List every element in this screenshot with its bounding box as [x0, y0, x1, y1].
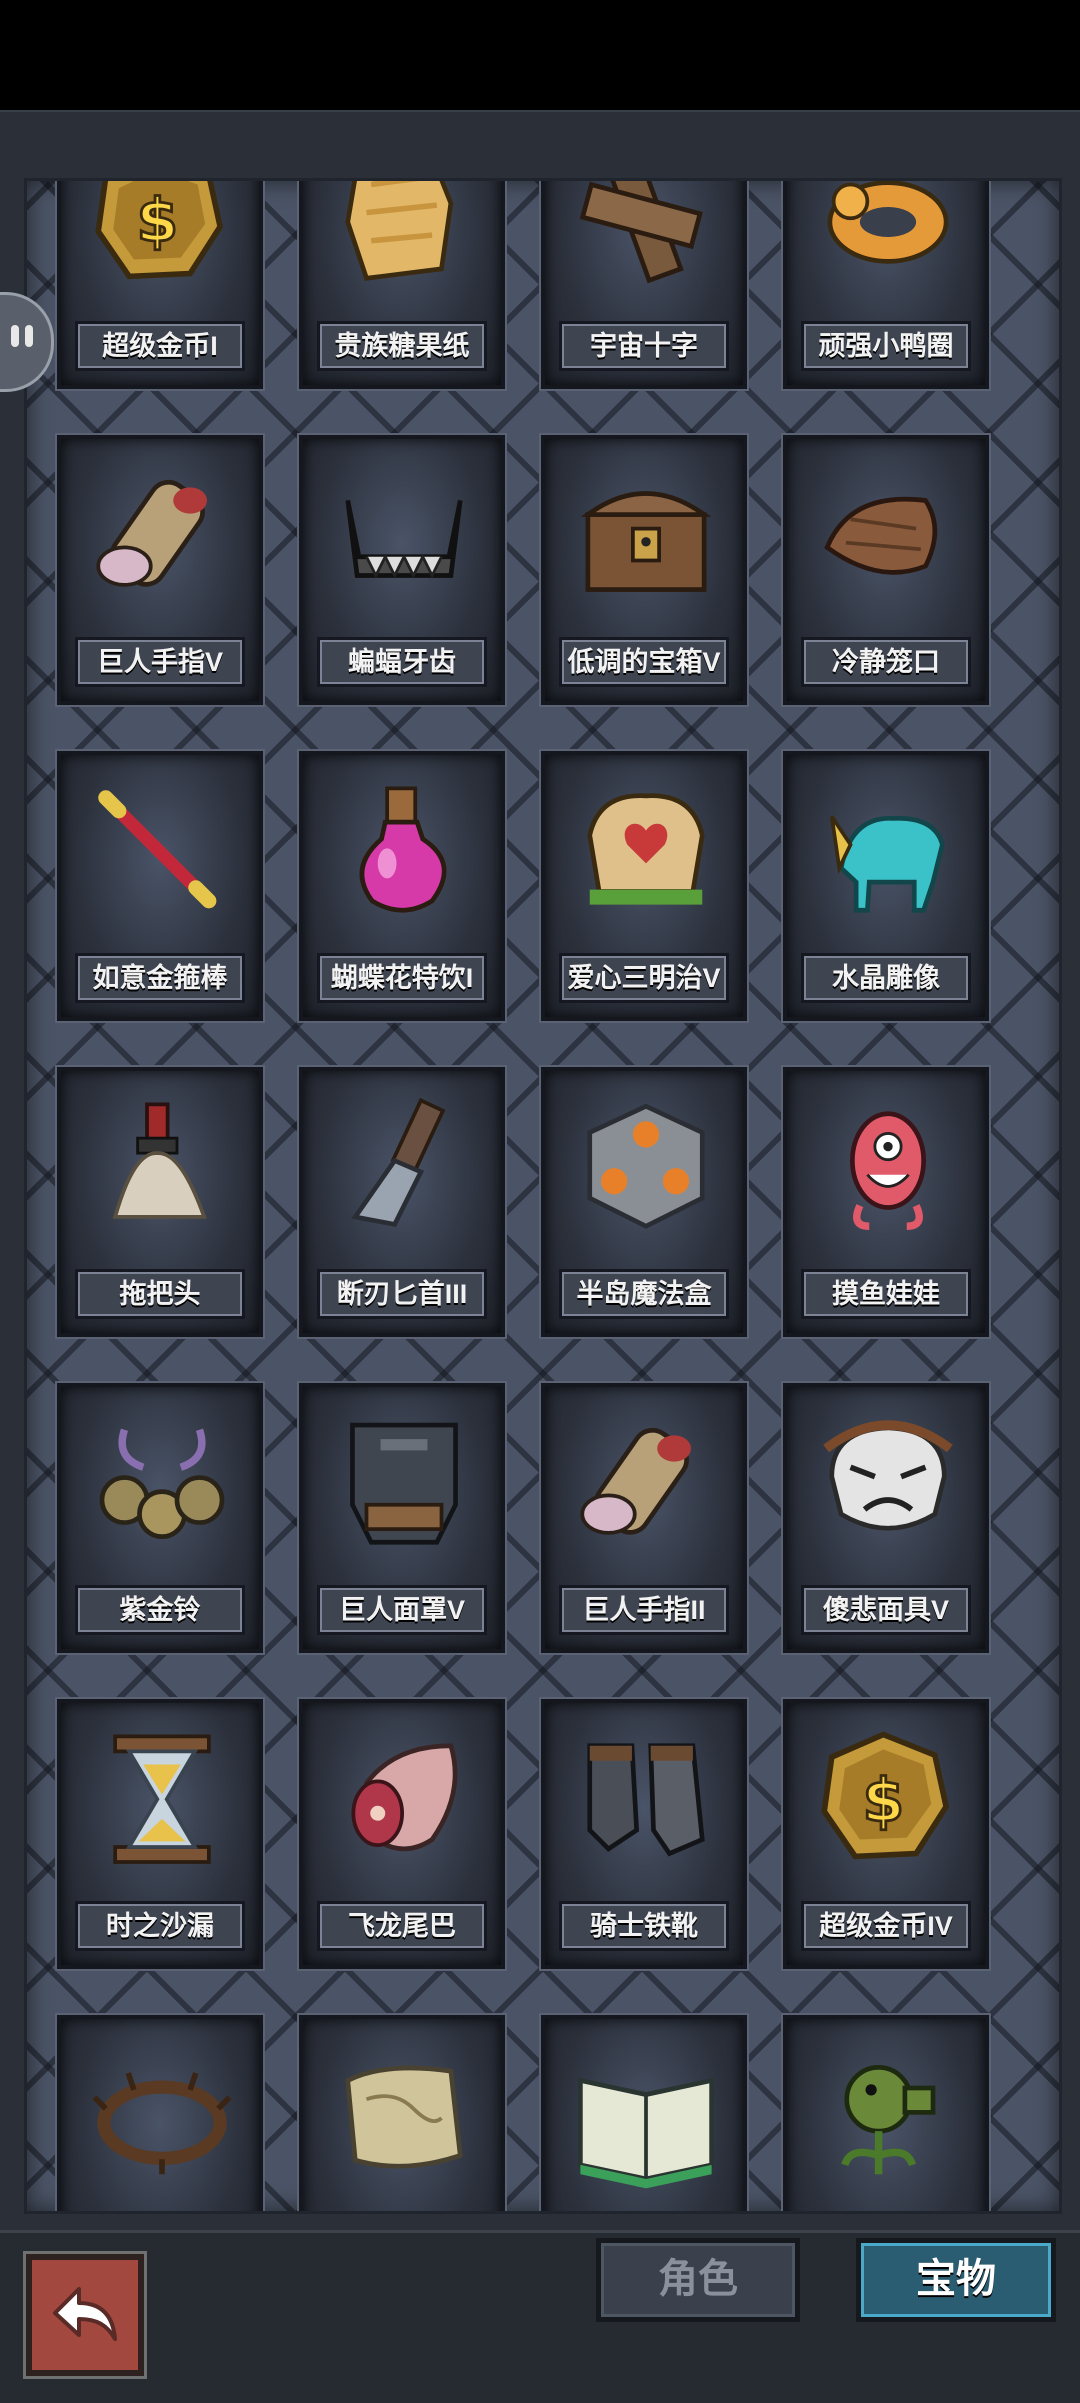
bells-icon: [79, 1401, 245, 1571]
status-bar-area: [0, 0, 1080, 110]
treasure-grid: $ 超级金币I 贵族糖果纸 宇宙十字 顽强小鸭圈巨人手指V 蝙蝠牙齿 低调的宝箱V 冷静笼口如…: [27, 181, 1059, 2211]
treasure-item[interactable]: 冷静笼口: [783, 435, 989, 705]
treasure-item-label: 宇宙十字: [559, 321, 729, 371]
treasure-item[interactable]: [57, 2015, 263, 2211]
giant-finger-icon: [563, 1401, 729, 1571]
treasure-item-label: 低调的宝箱V: [559, 637, 729, 687]
svg-text:$: $: [136, 186, 178, 256]
treasure-item[interactable]: 傻悲面具V: [783, 1383, 989, 1653]
treasure-item-label: 骑士铁靴: [559, 1901, 729, 1951]
treasure-grid-panel[interactable]: $ 超级金币I 贵族糖果纸 宇宙十字 顽强小鸭圈巨人手指V 蝙蝠牙齿 低调的宝箱V 冷静笼口如…: [24, 178, 1062, 2214]
treasure-item[interactable]: 贵族糖果纸: [299, 181, 505, 389]
treasure-item[interactable]: 拖把头: [57, 1067, 263, 1337]
golden-staff-icon: [79, 769, 245, 939]
treasure-item[interactable]: 低调的宝箱V: [541, 435, 747, 705]
treasure-item-label: 巨人面罩V: [317, 1585, 487, 1635]
iron-boots-icon: [563, 1717, 729, 1887]
treasure-item-label: 飞龙尾巴: [317, 1901, 487, 1951]
treasure-item-label: 顽强小鸭圈: [801, 321, 971, 371]
treasure-item[interactable]: 蝙蝠牙齿: [299, 435, 505, 705]
treasure-item[interactable]: 如意金箍棒: [57, 751, 263, 1021]
treasure-item-label: 水晶雕像: [801, 953, 971, 1003]
gold-coin-icon: $: [805, 1717, 971, 1887]
dragon-tail-icon: [321, 1717, 487, 1887]
treasure-item[interactable]: [299, 2015, 505, 2211]
treasure-item-label: 蝴蝶花特饮I: [317, 953, 487, 1003]
tab-treasure[interactable]: 宝物: [856, 2238, 1056, 2322]
treasure-item[interactable]: 蝴蝶花特饮I: [299, 751, 505, 1021]
treasure-item-label: 超级金币IV: [801, 1901, 971, 1951]
muzzle-icon: [805, 453, 971, 623]
treasure-item[interactable]: 飞龙尾巴: [299, 1699, 505, 1969]
treasure-item-label: 断刃匕首III: [317, 1269, 487, 1319]
thorn-crown-icon: [79, 2033, 245, 2203]
treasure-item[interactable]: 巨人手指II: [541, 1383, 747, 1653]
crystal-statue-icon: [805, 769, 971, 939]
peashooter-icon: [805, 2033, 971, 2203]
treasure-item[interactable]: 时之沙漏: [57, 1699, 263, 1969]
treasure-item-label: 蝙蝠牙齿: [317, 637, 487, 687]
treasure-item[interactable]: 半岛魔法盒: [541, 1067, 747, 1337]
treasure-item-label: 紫金铃: [75, 1585, 245, 1635]
treasure-item[interactable]: [783, 2015, 989, 2211]
treasure-item-label: 半岛魔法盒: [559, 1269, 729, 1319]
treasure-item-label: 时之沙漏: [75, 1901, 245, 1951]
treasure-chest-icon: [563, 453, 729, 623]
tab-role[interactable]: 角色: [596, 2238, 800, 2322]
treasure-item[interactable]: 巨人面罩V: [299, 1383, 505, 1653]
broken-dagger-icon: [321, 1085, 487, 1255]
treasure-item[interactable]: 断刃匕首III: [299, 1067, 505, 1337]
hourglass-icon: [79, 1717, 245, 1887]
treasure-item-label: 巨人手指II: [559, 1585, 729, 1635]
treasure-item-label: 冷静笼口: [801, 637, 971, 687]
back-button[interactable]: [26, 2254, 144, 2376]
treasure-item[interactable]: 宇宙十字: [541, 181, 747, 389]
treasure-item-label: 爱心三明治V: [559, 953, 729, 1003]
candy-wrapper-icon: [321, 181, 487, 307]
wooden-cross-icon: [563, 181, 729, 307]
giant-finger-icon: [79, 453, 245, 623]
gold-coin-icon: $: [79, 181, 245, 307]
sandwich-icon: [563, 769, 729, 939]
treasure-item-label: 拖把头: [75, 1269, 245, 1319]
svg-text:$: $: [862, 1766, 904, 1836]
duck-ring-icon: [805, 181, 971, 307]
magic-box-icon: [563, 1085, 729, 1255]
treasure-item-label: 摸鱼娃娃: [801, 1269, 971, 1319]
sad-mask-icon: [805, 1401, 971, 1571]
treasure-item-label: 傻悲面具V: [801, 1585, 971, 1635]
giant-mask-icon: [321, 1401, 487, 1571]
potion-icon: [321, 769, 487, 939]
treasure-item[interactable]: 骑士铁靴: [541, 1699, 747, 1969]
back-arrow-icon: [53, 2287, 117, 2341]
treasure-item[interactable]: 摸鱼娃娃: [783, 1067, 989, 1337]
pink-doll-icon: [805, 1085, 971, 1255]
treasure-item[interactable]: [541, 2015, 747, 2211]
treasure-item[interactable]: $ 超级金币IV: [783, 1699, 989, 1969]
treasure-item-label: 如意金箍棒: [75, 953, 245, 1003]
treasure-item[interactable]: 水晶雕像: [783, 751, 989, 1021]
treasure-item-label: 巨人手指V: [75, 637, 245, 687]
treasure-item[interactable]: $ 超级金币I: [57, 181, 263, 389]
scroll-map-icon: [321, 2033, 487, 2203]
treasure-item[interactable]: 爱心三明治V: [541, 751, 747, 1021]
treasure-item[interactable]: 巨人手指V: [57, 435, 263, 705]
treasure-item[interactable]: 顽强小鸭圈: [783, 181, 989, 389]
bat-teeth-icon: [321, 453, 487, 623]
mop-head-icon: [79, 1085, 245, 1255]
treasure-item[interactable]: 紫金铃: [57, 1383, 263, 1653]
treasure-item-label: 贵族糖果纸: [317, 321, 487, 371]
open-book-icon: [563, 2033, 729, 2203]
treasure-item-label: 超级金币I: [75, 321, 245, 371]
